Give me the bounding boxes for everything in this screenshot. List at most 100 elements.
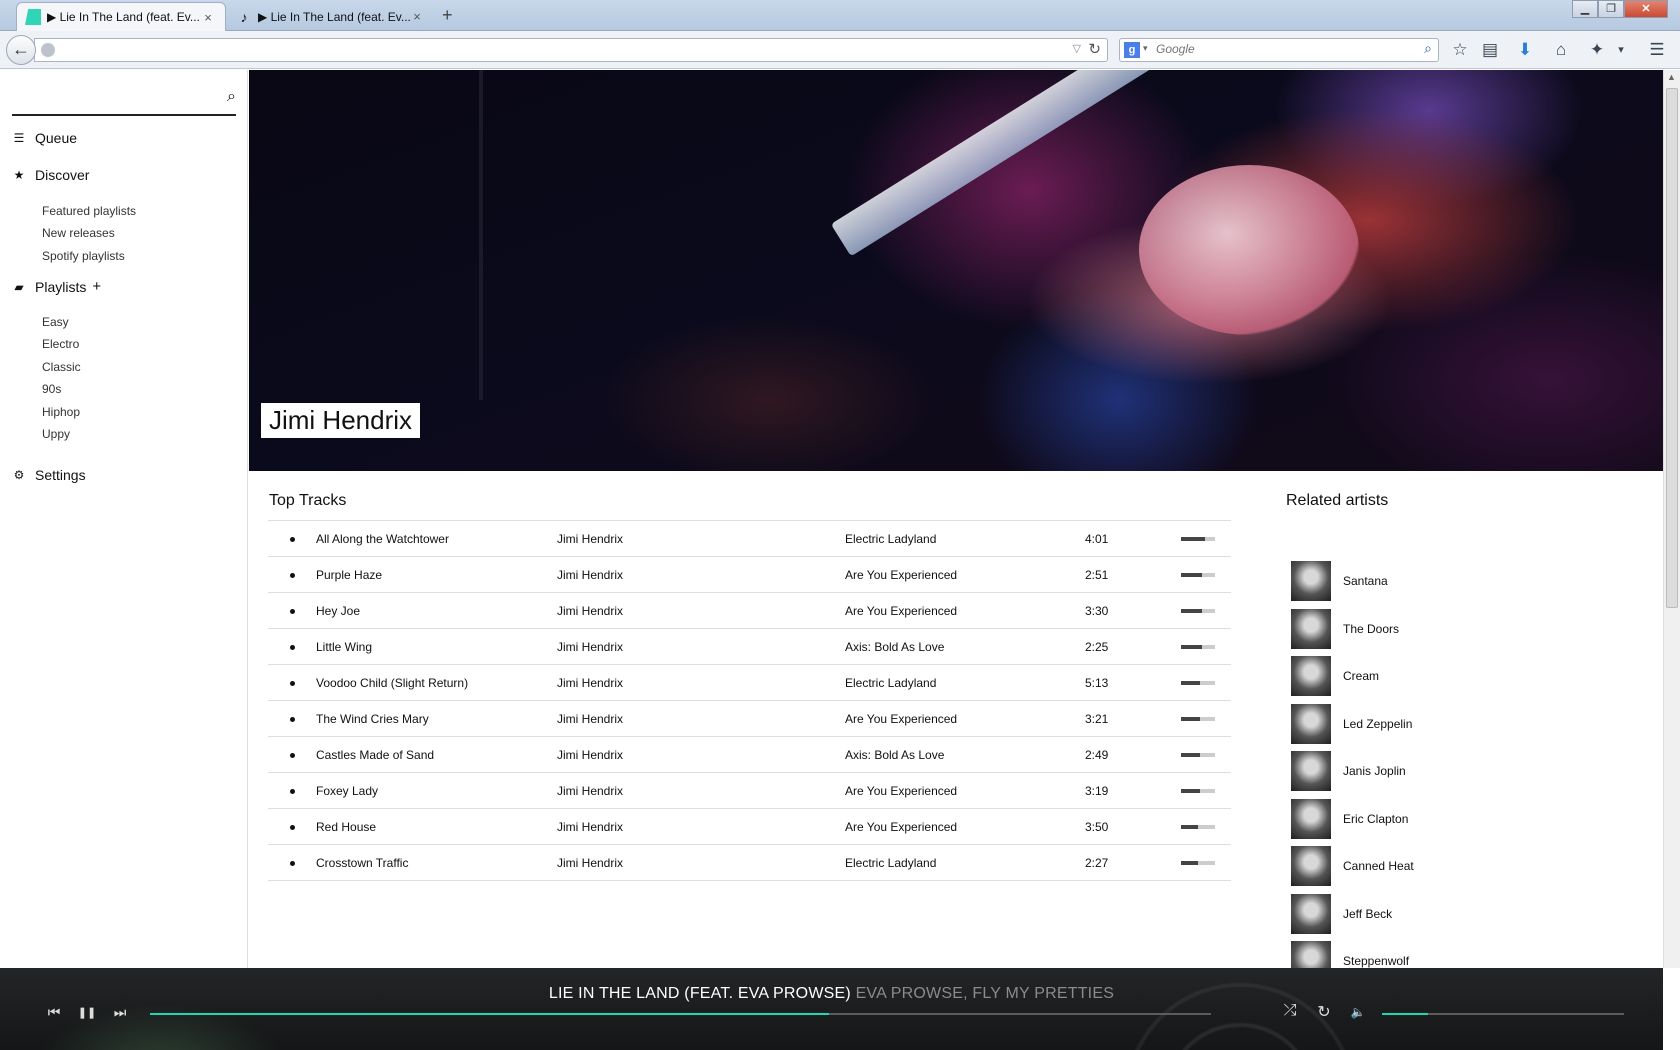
track-row[interactable]: Voodoo Child (Slight Return) Jimi Hendrix…	[268, 665, 1231, 701]
track-name[interactable]: Voodoo Child (Slight Return)	[316, 676, 468, 690]
track-album[interactable]: Are You Experienced	[845, 712, 957, 726]
browser-search-input[interactable]	[1156, 42, 1396, 56]
scrollbar-thumb[interactable]	[1666, 88, 1678, 608]
sidebar-item-discover[interactable]: ★ Discover	[12, 167, 90, 183]
sidebar-item-playlist-90s[interactable]: 90s	[42, 382, 61, 396]
pause-icon[interactable]: ❚❚	[77, 1006, 97, 1019]
related-artist-item[interactable]: The Doors	[1291, 608, 1399, 649]
track-row[interactable]: Hey Joe Jimi Hendrix Are You Experienced 3:…	[268, 593, 1231, 629]
extension-icon[interactable]: ✦	[1584, 37, 1610, 63]
related-artist-item[interactable]: Steppenwolf	[1291, 941, 1409, 968]
page-scrollbar[interactable]: ▲	[1663, 70, 1680, 968]
back-button[interactable]: ←	[6, 35, 36, 65]
restore-window-icon[interactable]: ❐	[1598, 0, 1624, 18]
track-album[interactable]: Electric Ladyland	[845, 532, 936, 546]
track-album[interactable]: Axis: Bold As Love	[845, 748, 944, 762]
track-artist[interactable]: Jimi Hendrix	[557, 568, 623, 582]
track-artist[interactable]: Jimi Hendrix	[557, 640, 623, 654]
home-icon[interactable]: ⌂	[1548, 37, 1574, 63]
sidebar-item-queue[interactable]: ☰ Queue	[12, 130, 77, 146]
menu-hamburger-icon[interactable]: ☰	[1644, 37, 1670, 63]
sidebar-item-playlist-classic[interactable]: Classic	[42, 360, 81, 374]
downloads-icon[interactable]: ⬇	[1512, 37, 1538, 63]
track-row[interactable]: Castles Made of Sand Jimi Hendrix Axis: Bo…	[268, 737, 1231, 773]
track-artist[interactable]: Jimi Hendrix	[557, 532, 623, 546]
sidebar-item-playlist-hiphop[interactable]: Hiphop	[42, 405, 80, 419]
track-name[interactable]: Castles Made of Sand	[316, 748, 434, 762]
extension-dropdown-icon[interactable]: ▾	[1608, 37, 1634, 63]
add-playlist-button[interactable]: +	[92, 278, 101, 295]
track-artist[interactable]: Jimi Hendrix	[557, 856, 623, 870]
track-artist[interactable]: Jimi Hendrix	[557, 784, 623, 798]
track-row[interactable]: Crosstown Traffic Jimi Hendrix Electric La…	[268, 845, 1231, 881]
track-album[interactable]: Electric Ladyland	[845, 676, 936, 690]
sidebar-item-playlist-electro[interactable]: Electro	[42, 337, 79, 351]
track-artist[interactable]: Jimi Hendrix	[557, 604, 623, 618]
related-artist-item[interactable]: Canned Heat	[1291, 846, 1414, 886]
browser-search-bar[interactable]: g ▾ ⌕	[1119, 38, 1439, 62]
track-name[interactable]: Little Wing	[316, 640, 372, 654]
track-artist[interactable]: Jimi Hendrix	[557, 820, 623, 834]
previous-track-icon[interactable]: ⏮	[44, 1004, 64, 1021]
related-artist-item[interactable]: Jeff Beck	[1291, 893, 1392, 934]
sidebar-item-playlist-uppy[interactable]: Uppy	[42, 427, 70, 441]
artist-avatar	[1291, 561, 1331, 601]
related-artist-item[interactable]: Cream	[1291, 656, 1379, 696]
track-row[interactable]: The Wind Cries Mary Jimi Hendrix Are You E…	[268, 701, 1231, 737]
track-row[interactable]: Purple Haze Jimi Hendrix Are You Experienc…	[268, 557, 1231, 593]
sidebar-item-playlist-easy[interactable]: Easy	[42, 315, 69, 329]
scroll-up-icon[interactable]: ▲	[1667, 72, 1676, 82]
track-artist[interactable]: Jimi Hendrix	[557, 748, 623, 762]
tab-close-icon[interactable]: ×	[201, 10, 215, 25]
track-name[interactable]: Crosstown Traffic	[316, 856, 408, 870]
sidebar-item-new-releases[interactable]: New releases	[42, 226, 115, 240]
track-album[interactable]: Are You Experienced	[845, 604, 957, 618]
progress-bar[interactable]	[150, 1013, 1211, 1015]
track-album[interactable]: Electric Ladyland	[845, 856, 936, 870]
track-name[interactable]: Purple Haze	[316, 568, 382, 582]
search-icon[interactable]: ⌕	[1424, 40, 1432, 57]
track-album[interactable]: Are You Experienced	[845, 784, 957, 798]
repeat-icon[interactable]: ↻	[1314, 1002, 1334, 1022]
track-name[interactable]: All Along the Watchtower	[316, 532, 449, 546]
track-row[interactable]: Little Wing Jimi Hendrix Axis: Bold As Lov…	[268, 629, 1231, 665]
sidebar-search-input[interactable]	[12, 86, 202, 112]
new-tab-button[interactable]: +	[442, 5, 453, 26]
browser-tab-active[interactable]: ▶ Lie In The Land (feat. Ev... ×	[16, 2, 226, 31]
close-window-icon[interactable]: ✕	[1624, 0, 1668, 18]
sidebar-item-featured-playlists[interactable]: Featured playlists	[42, 204, 136, 218]
volume-icon[interactable]: 🔈	[1348, 1005, 1368, 1019]
track-artist[interactable]: Jimi Hendrix	[557, 712, 623, 726]
track-row[interactable]: Foxey Lady Jimi Hendrix Are You Experience…	[268, 773, 1231, 809]
track-row[interactable]: Red House Jimi Hendrix Are You Experienced…	[268, 809, 1231, 845]
sidebar-item-spotify-playlists[interactable]: Spotify playlists	[42, 249, 125, 263]
bookmarks-list-icon[interactable]: ▤	[1477, 37, 1503, 63]
track-name[interactable]: Foxey Lady	[316, 784, 378, 798]
track-artist[interactable]: Jimi Hendrix	[557, 676, 623, 690]
reload-icon[interactable]: ↻	[1088, 40, 1101, 58]
sidebar-item-settings[interactable]: ⚙ Settings	[12, 467, 86, 483]
volume-slider[interactable]	[1382, 1013, 1624, 1015]
related-artist-item[interactable]: Janis Joplin	[1291, 751, 1406, 791]
track-name[interactable]: The Wind Cries Mary	[316, 712, 429, 726]
related-artist-item[interactable]: Santana	[1291, 561, 1388, 601]
track-album[interactable]: Are You Experienced	[845, 820, 957, 834]
related-artist-item[interactable]: Led Zeppelin	[1291, 703, 1412, 744]
search-icon[interactable]: ⌕	[227, 88, 236, 106]
track-name[interactable]: Hey Joe	[316, 604, 360, 618]
search-engine-dropdown-icon[interactable]: ▾	[1143, 43, 1148, 54]
sidebar-item-playlists[interactable]: ▰ Playlists +	[12, 278, 101, 295]
track-name[interactable]: Red House	[316, 820, 376, 834]
bookmark-star-icon[interactable]: ☆	[1447, 37, 1473, 63]
tab-close-icon[interactable]: ×	[410, 9, 424, 24]
track-row[interactable]: All Along the Watchtower Jimi Hendrix Elec…	[268, 521, 1231, 557]
url-dropdown-icon[interactable]: ▽	[1073, 42, 1081, 55]
related-artist-item[interactable]: Eric Clapton	[1291, 798, 1408, 839]
url-bar[interactable]: ▽ ↻	[34, 38, 1108, 62]
next-track-icon[interactable]: ⏭	[110, 1004, 130, 1021]
track-album[interactable]: Are You Experienced	[845, 568, 957, 582]
browser-tab-inactive[interactable]: ♪ ▶ Lie In The Land (feat. Ev... ×	[228, 2, 434, 31]
minimize-window-icon[interactable]: ▁	[1572, 0, 1598, 18]
shuffle-icon[interactable]: ⤮	[1280, 1002, 1300, 1020]
track-album[interactable]: Axis: Bold As Love	[845, 640, 944, 654]
